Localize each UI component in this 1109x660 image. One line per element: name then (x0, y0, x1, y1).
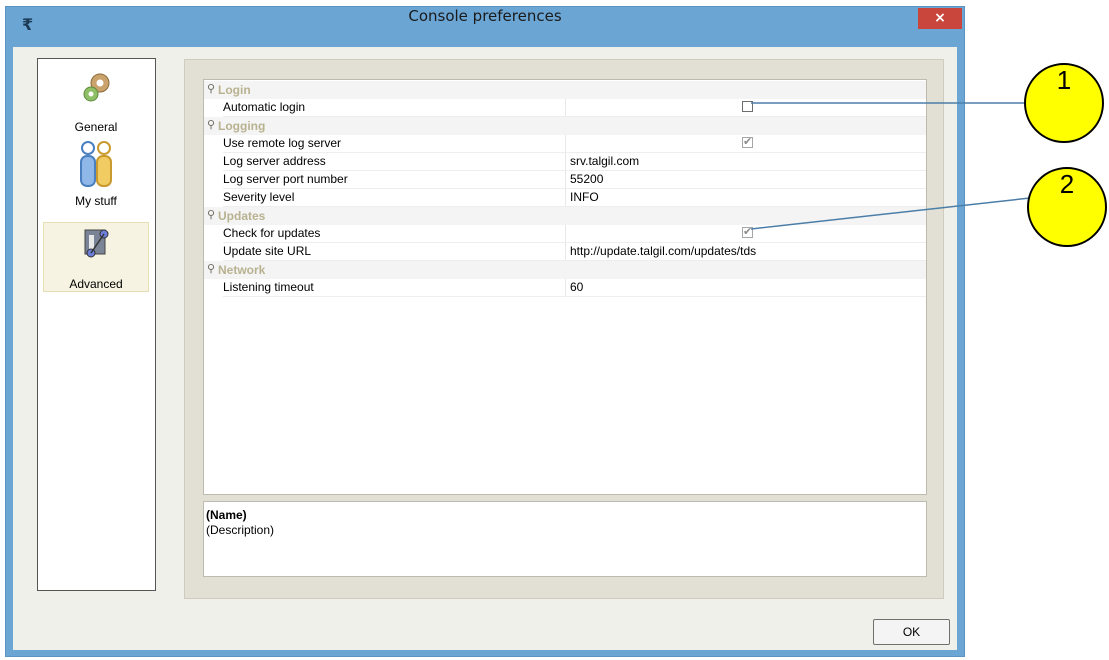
callout-2: 2 (1027, 167, 1107, 247)
callout-line-2 (750, 197, 1031, 230)
callout-lines (750, 102, 1031, 230)
callout-1: 1 (1024, 63, 1104, 143)
